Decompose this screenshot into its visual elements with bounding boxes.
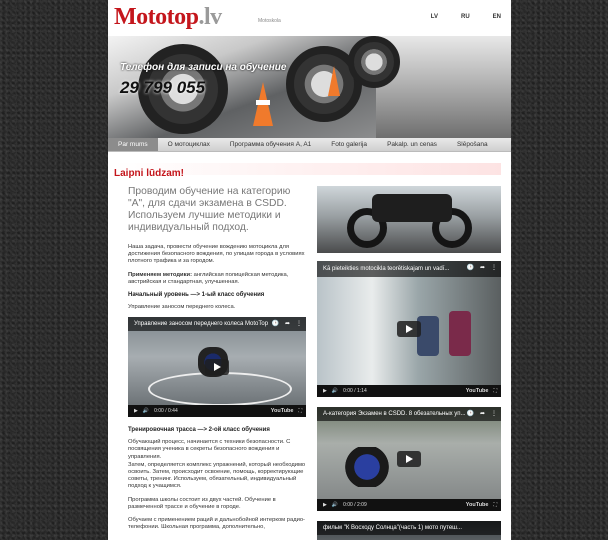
play-icon[interactable]: ▶ <box>323 388 327 394</box>
welcome-heading: Laipni lūdzam! <box>114 163 501 179</box>
more-icon[interactable]: ⋮ <box>491 264 497 271</box>
youtube-logo[interactable]: YouTube <box>271 408 294 414</box>
video-controls: ▶ 🔊 0:00 / 1:14 YouTube ⛶ <box>317 385 501 397</box>
section-heading: Тренировочная трасса —> 2-ой класс обуче… <box>128 427 270 434</box>
section-heading: Начальный уровень —> 1-ый класс обучения <box>128 292 265 299</box>
lang-ru[interactable]: RU <box>461 14 470 20</box>
page-container: Mototop.lv Motoskola LV RU EN Телефон дл… <box>108 0 511 540</box>
video-header-icons: 🕒 ➦ ⋮ <box>466 410 497 417</box>
watch-later-icon[interactable]: 🕒 <box>466 410 473 417</box>
play-button[interactable] <box>205 359 229 376</box>
motorcycle-photo <box>317 186 501 253</box>
youtube-logo[interactable]: YouTube <box>466 388 489 394</box>
intro-text: Проводим обучение на категорию "A", для … <box>128 186 291 233</box>
paragraph: Обучающий процесс, начинается с техники … <box>128 439 291 460</box>
logo-subtitle: Motoskola <box>258 18 281 24</box>
sidebar-media: Kā pieteikties motocikla teorētiskajam u… <box>317 186 501 540</box>
volume-icon[interactable]: 🔊 <box>143 408 149 414</box>
nav-item-prices[interactable]: Pakalp. un cenas <box>377 138 447 151</box>
lang-en[interactable]: EN <box>493 14 501 20</box>
banner-phone-number[interactable]: 29 799 055 <box>120 78 205 98</box>
share-icon[interactable]: ➦ <box>480 410 485 417</box>
video-controls: ▶ 🔊 0:00 / 0:44 YouTube ⛶ <box>128 405 306 418</box>
play-button[interactable] <box>397 321 421 337</box>
volume-icon[interactable]: 🔊 <box>332 502 338 508</box>
share-icon[interactable]: ➦ <box>285 320 290 327</box>
paragraph: Наша задача, провести обучение вождению … <box>128 244 305 265</box>
video-player[interactable]: A-категория Экзамен в CSDD. 8 обезательн… <box>317 407 501 511</box>
nav-item-program[interactable]: Программа обучения A, A1 <box>220 138 321 151</box>
language-switcher: LV RU EN <box>431 14 501 20</box>
play-button[interactable] <box>397 451 421 467</box>
video-player[interactable]: фильм "К Восходу Солнца"(часть 1) мото п… <box>317 521 501 540</box>
fullscreen-icon[interactable]: ⛶ <box>298 408 302 414</box>
more-icon[interactable]: ⋮ <box>296 320 302 327</box>
logo-main: Mototop <box>114 4 199 30</box>
motorcycle-wheel-image <box>348 36 400 88</box>
video-player[interactable]: Kā pieteikties motocikla teorētiskajam u… <box>317 261 501 397</box>
methods-label: Применяем методики: <box>128 271 193 278</box>
nav-item-gallery[interactable]: Foto galerija <box>321 138 377 151</box>
nav-item-about[interactable]: Par mums <box>108 138 158 151</box>
watch-later-icon[interactable]: 🕒 <box>466 264 473 271</box>
video-title[interactable]: фильм "К Восходу Солнца"(часть 1) мото п… <box>317 521 501 535</box>
paragraph: Управление заносом переднего колеса. <box>128 304 236 311</box>
video-time: 0:00 / 1:14 <box>343 388 367 394</box>
play-icon[interactable]: ▶ <box>134 408 138 414</box>
welcome-text: Laipni lūdzam! <box>114 168 184 179</box>
paragraph: Обучаем с применением раций и дальнобойн… <box>128 517 305 531</box>
volume-icon[interactable]: 🔊 <box>332 388 338 394</box>
logo-tld: .lv <box>198 4 222 30</box>
paragraph: Программа школы состоит из двух частей. … <box>128 496 276 510</box>
track-circle <box>148 372 292 407</box>
motorcycle-image <box>337 447 397 487</box>
video-header-icons: 🕒 ➦ ⋮ <box>466 264 497 271</box>
person-image <box>449 311 471 356</box>
video-time: 0:00 / 2:09 <box>343 502 367 508</box>
main-nav: Par mums O мотоциклах Программа обучения… <box>108 138 511 152</box>
nav-item-motorcycles[interactable]: O мотоциклах <box>158 138 220 151</box>
fullscreen-icon[interactable]: ⛶ <box>493 502 497 508</box>
fullscreen-icon[interactable]: ⛶ <box>493 388 497 394</box>
hero-banner: Телефон для записи на обучение 29 799 05… <box>108 36 511 138</box>
motorcycle-body <box>372 194 452 222</box>
more-icon[interactable]: ⋮ <box>491 410 497 417</box>
share-icon[interactable]: ➦ <box>480 264 485 271</box>
video-header-icons: 🕒 ➦ ⋮ <box>271 320 302 327</box>
video-player[interactable]: Управление заносом переднего колеса Moto… <box>128 317 306 418</box>
paragraph: Затем, определяется комплекс упражнений,… <box>128 461 306 490</box>
banner-phone-label: Телефон для записи на обучение <box>120 62 287 73</box>
methods-paragraph: Применяем методики: английская полицейск… <box>128 272 306 286</box>
youtube-logo[interactable]: YouTube <box>466 502 489 508</box>
lang-lv[interactable]: LV <box>431 14 438 20</box>
cone-stripe <box>256 100 270 105</box>
video-controls: ▶ 🔊 0:00 / 2:09 YouTube ⛶ <box>317 499 501 511</box>
video-time: 0:00 / 0:44 <box>154 408 178 415</box>
site-header: Mototop.lv Motoskola LV RU EN <box>108 0 511 37</box>
nav-item-skiing[interactable]: Slēpošana <box>447 138 498 151</box>
play-icon[interactable]: ▶ <box>323 502 327 508</box>
site-logo[interactable]: Mototop.lv <box>114 4 222 31</box>
main-content: Проводим обучение на категорию "A", для … <box>128 186 306 537</box>
watch-later-icon[interactable]: 🕒 <box>271 320 278 327</box>
traffic-cone-image <box>328 66 340 96</box>
